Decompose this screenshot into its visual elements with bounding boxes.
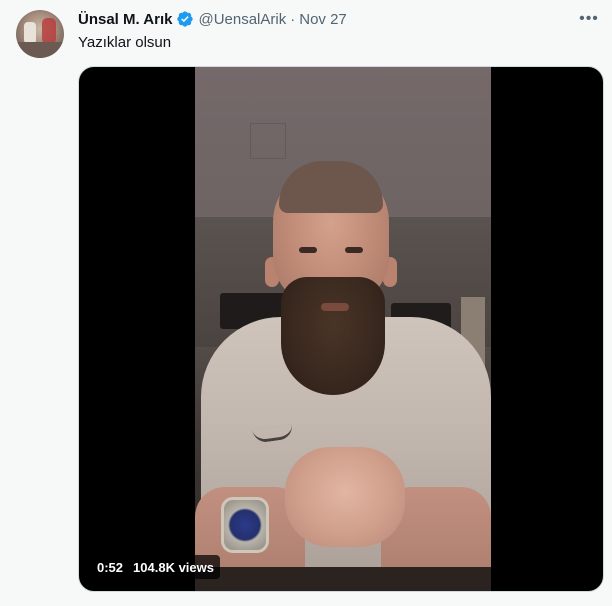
video-player[interactable]: 0:52 104.8K views	[78, 66, 604, 592]
scene-table	[195, 567, 491, 591]
video-views: 104.8K views	[133, 559, 214, 575]
tweet-date[interactable]: Nov 27	[299, 11, 347, 28]
author-name[interactable]: Ünsal M. Arık	[78, 11, 172, 28]
tweet-header: Ünsal M. Arık @UensalArik · Nov 27	[78, 9, 347, 29]
more-horizontal-icon[interactable]: •••	[578, 9, 600, 29]
person-mouth	[321, 303, 349, 311]
separator-dot: ·	[290, 10, 296, 28]
person-hands	[285, 447, 405, 547]
video-duration: 0:52	[97, 559, 124, 575]
person-eye	[299, 247, 317, 253]
wristwatch	[221, 497, 269, 553]
avatar-detail	[42, 18, 56, 44]
person-eye	[345, 247, 363, 253]
verified-badge-icon	[177, 11, 194, 27]
avatar-detail	[24, 22, 36, 44]
avatar[interactable]	[16, 10, 64, 58]
video-frame	[195, 67, 491, 591]
video-info-badge: 0:52 104.8K views	[91, 555, 220, 579]
avatar-detail	[16, 42, 64, 58]
tweet[interactable]: Ünsal M. Arık @UensalArik · Nov 27 ••• Y…	[0, 0, 612, 606]
author-handle[interactable]: @UensalArik	[198, 11, 286, 28]
tweet-text: Yazıklar olsun	[78, 34, 172, 51]
person-beard	[281, 277, 385, 395]
scene-vent	[250, 123, 286, 159]
